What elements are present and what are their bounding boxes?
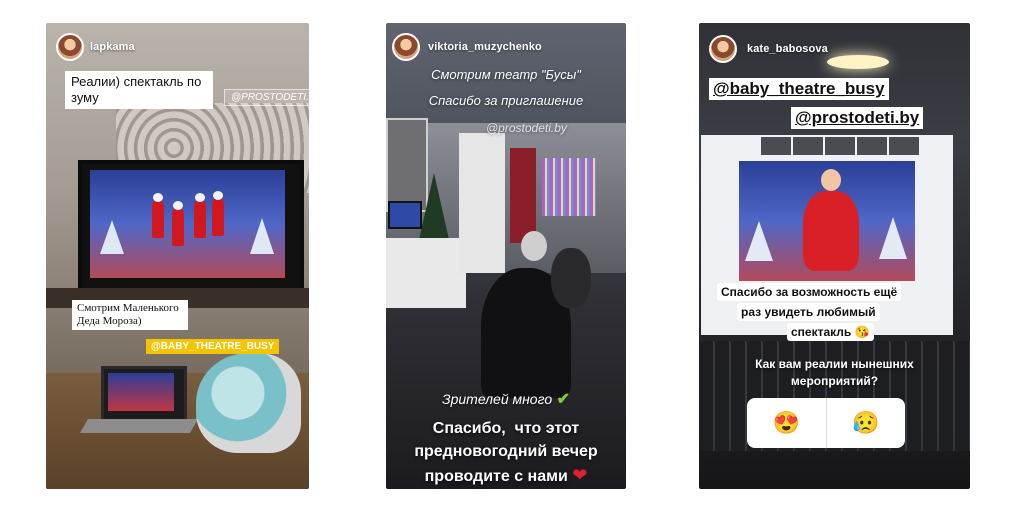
white-cabinet xyxy=(386,238,466,308)
snow-tree xyxy=(879,217,907,259)
baby-bouncer xyxy=(196,353,301,453)
thanks-line-1: Спасибо, что этот xyxy=(432,420,580,437)
snow-tree xyxy=(100,220,124,254)
white-door xyxy=(459,133,505,273)
ceiling-lamp xyxy=(827,55,889,69)
santa-figure xyxy=(152,193,164,238)
thanks-line-3: спектакль 😘 xyxy=(787,323,874,341)
thanks-line-2: раз увидеть любимый xyxy=(737,303,880,321)
viewer-silhouette xyxy=(521,231,547,261)
santa-figure xyxy=(212,191,224,236)
viewers-row: Зрителей много ✔ xyxy=(386,389,626,409)
viewer-silhouette xyxy=(551,248,591,308)
viewers-text: Зрителей много xyxy=(442,391,553,407)
santa-figure xyxy=(194,193,206,238)
red-curtain xyxy=(510,148,536,243)
santa-figure xyxy=(172,201,184,246)
laptop-base xyxy=(79,419,199,433)
question-line-1: Как вам реалии нынешних xyxy=(755,357,914,371)
heart-icon: ❤ xyxy=(572,465,588,485)
zoom-participant-row xyxy=(761,137,921,155)
story-line-1: Смотрим театр "Бусы" xyxy=(431,67,581,82)
fairy-lights-window xyxy=(542,158,596,216)
avatar[interactable] xyxy=(392,33,420,61)
story-card-kate-babosova[interactable]: kate_babosova @baby_theatre_busy @prosto… xyxy=(699,23,970,489)
caption-bottom: Смотрим Маленького Деда Мороза) xyxy=(72,300,188,330)
story-card-viktoria-muzychenko[interactable]: viktoria_muzychenko Смотрим театр "Бусы"… xyxy=(386,23,626,489)
thanks-line-3-row: проводите с нами ❤ xyxy=(386,465,626,486)
check-icon: ✔ xyxy=(556,391,570,408)
mention-theatre[interactable]: @baby_theatre_busy xyxy=(709,78,889,100)
stage-scene xyxy=(739,161,915,281)
mention-site[interactable]: @prostodeti.by xyxy=(791,107,924,129)
thanks-line-2: предновогодний вечер xyxy=(414,443,598,460)
username[interactable]: lapkama xyxy=(90,41,135,53)
tag-site[interactable]: @PROSTODETI.BY xyxy=(224,89,309,106)
stage-scene xyxy=(90,170,285,278)
story-card-lapkama[interactable]: lapkama Реалии) спектакль по зуму @PROST… xyxy=(46,23,309,489)
snow-tree xyxy=(745,221,773,261)
laptop xyxy=(101,366,187,422)
story-line-2: Спасибо за приглашение xyxy=(428,93,584,108)
poll-option-sad[interactable]: 😥 xyxy=(825,398,906,448)
tag-theatre[interactable]: @BABY_THEATRE_BUSY xyxy=(146,339,280,354)
avatar[interactable] xyxy=(56,33,84,61)
laptop-screen xyxy=(108,373,174,411)
question-line-2: мероприятий? xyxy=(790,374,879,388)
emoji-poll: 😍 😥 xyxy=(747,398,905,448)
heart-costume-actor xyxy=(803,191,859,271)
tv-screen xyxy=(388,201,422,229)
username[interactable]: kate_babosova xyxy=(747,43,828,55)
actor-face xyxy=(821,169,841,191)
poll-option-heart-eyes[interactable]: 😍 xyxy=(747,398,826,448)
thanks-line-1: Спасибо за возможность ещё xyxy=(717,283,902,301)
thanks-line-3: проводите с нами xyxy=(424,468,568,485)
snow-tree xyxy=(250,218,274,254)
username[interactable]: viktoria_muzychenko xyxy=(428,41,542,53)
tv-screen xyxy=(78,160,304,308)
avatar[interactable] xyxy=(709,35,737,63)
tag-site[interactable]: @prostodeti.by xyxy=(486,121,567,135)
caption-top: Реалии) спектакль по зуму xyxy=(65,71,213,109)
